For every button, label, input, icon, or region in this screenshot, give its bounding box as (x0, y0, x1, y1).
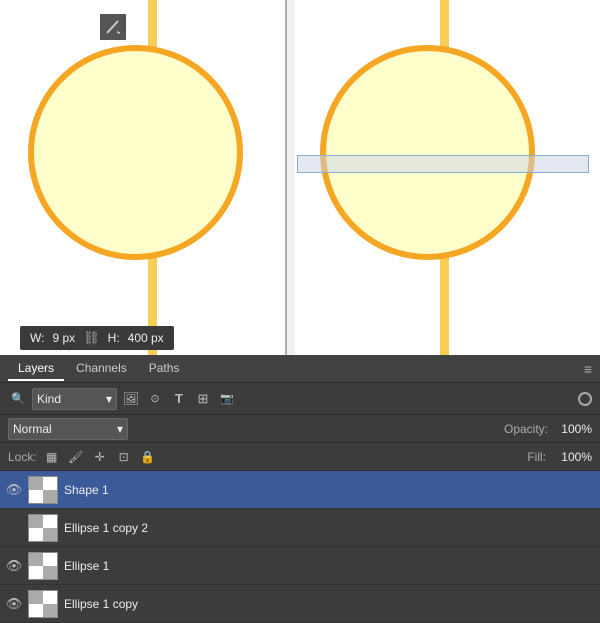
layer-row-ellipse1[interactable]: 👁 Ellipse 1 (0, 547, 600, 585)
selection-bar (297, 155, 589, 173)
opacity-value: 100% (552, 422, 592, 436)
blend-mode-dropdown[interactable]: Normal ▾ (8, 418, 128, 440)
thumb-shape1 (28, 476, 58, 504)
blend-mode-label: Normal (13, 422, 52, 436)
blending-row: Normal ▾ Opacity: 100% (0, 415, 600, 443)
tool-indicator (100, 14, 126, 40)
tabs-row: Layers Channels Paths ≡ (0, 355, 600, 383)
fill-value: 100% (552, 450, 592, 464)
transform-lock-icon[interactable]: ⊡ (115, 448, 133, 466)
layer-name-shape1: Shape 1 (64, 483, 594, 497)
blend-dropdown-arrow: ▾ (117, 422, 123, 436)
visibility-icon-shape1[interactable]: 👁 (6, 482, 22, 498)
thumb-ellipse1 (28, 552, 58, 580)
size-h-value: 400 px (128, 331, 164, 345)
circle-toggle[interactable] (578, 392, 592, 406)
canvas-divider (285, 0, 287, 355)
tab-layers[interactable]: Layers (8, 357, 64, 381)
checkerboard-icon[interactable]: ▦ (43, 448, 61, 466)
kind-dropdown[interactable]: Kind ▾ (32, 388, 117, 410)
layer-row-ellipse1copy[interactable]: 👁 Ellipse 1 copy (0, 585, 600, 623)
size-bar: W: 9 px ⛓ H: 400 px (20, 326, 174, 350)
right-circle (320, 45, 535, 260)
visibility-icon-ellipse1[interactable]: 👁 (6, 558, 22, 574)
size-h-label: H: (108, 331, 120, 345)
thumb-ellipse1copy2 (28, 514, 58, 542)
layers-list: 👁 Shape 1 Ellipse 1 copy 2 👁 (0, 471, 600, 623)
panels-area: Layers Channels Paths ≡ 🔍 Kind ▾ 🖼 ⊙ T ⊞… (0, 355, 600, 623)
toolbar-row: 🔍 Kind ▾ 🖼 ⊙ T ⊞ 📷 (0, 383, 600, 415)
opacity-label: Opacity: (504, 422, 548, 436)
layer-name-ellipse1: Ellipse 1 (64, 559, 594, 573)
circle-icon[interactable]: ⊙ (145, 389, 165, 409)
link-icon: ⛓ (83, 330, 100, 346)
search-icon: 🔍 (8, 389, 28, 409)
size-w-value: 9 px (52, 331, 75, 345)
layer-row-ellipse1copy2[interactable]: Ellipse 1 copy 2 (0, 509, 600, 547)
type-icon[interactable]: T (169, 389, 189, 409)
layer-name-ellipse1copy2: Ellipse 1 copy 2 (64, 521, 594, 535)
image-icon[interactable]: 🖼 (121, 389, 141, 409)
transform-icon[interactable]: ⊞ (193, 389, 213, 409)
visibility-icon-ellipse1copy[interactable]: 👁 (6, 596, 22, 612)
panel-menu-icon[interactable]: ≡ (584, 361, 592, 377)
thumb-ellipse1copy (28, 590, 58, 618)
canvas-area: W: 9 px ⛓ H: 400 px (0, 0, 600, 355)
kind-label: Kind (37, 392, 61, 406)
move-icon[interactable]: ✛ (91, 448, 109, 466)
fill-label: Fill: (527, 450, 546, 464)
lock-label: Lock: (8, 450, 37, 464)
tab-channels[interactable]: Channels (66, 357, 137, 381)
left-circle (28, 45, 243, 260)
layer-row-shape1[interactable]: 👁 Shape 1 (0, 471, 600, 509)
lock-row: Lock: ▦ 🖌 ✛ ⊡ 🔒 Fill: 100% (0, 443, 600, 471)
tab-paths[interactable]: Paths (139, 357, 190, 381)
padlock-icon[interactable]: 🔒 (139, 448, 157, 466)
layer-name-ellipse1copy: Ellipse 1 copy (64, 597, 594, 611)
brush-icon[interactable]: 🖌 (67, 448, 85, 466)
camera-icon[interactable]: 📷 (217, 389, 237, 409)
dropdown-arrow: ▾ (106, 392, 112, 406)
size-w-label: W: (30, 331, 44, 345)
